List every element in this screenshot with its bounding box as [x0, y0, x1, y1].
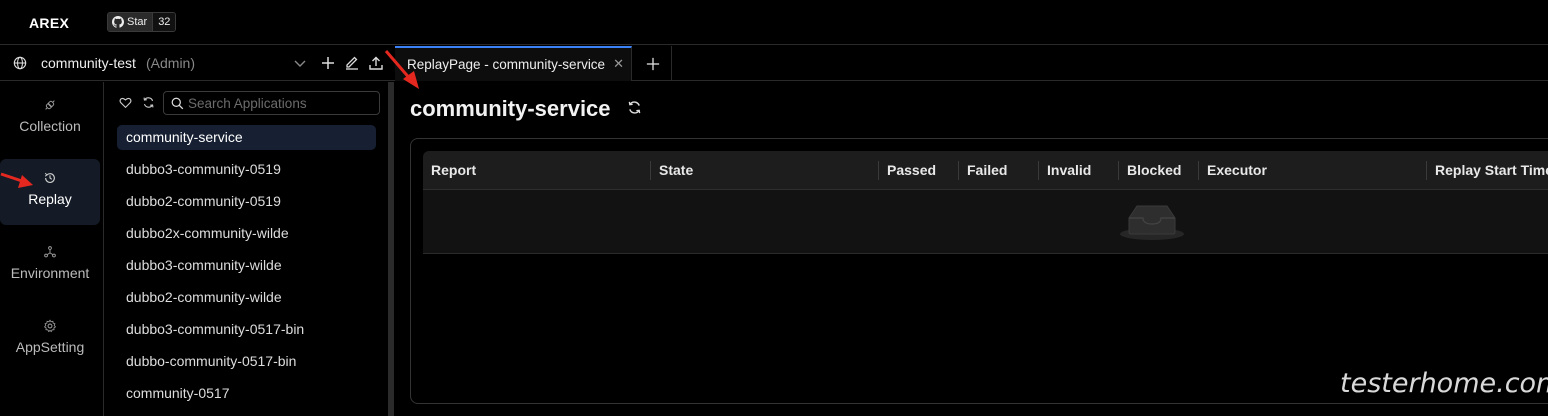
edit-icon[interactable] — [344, 55, 360, 71]
tab-bar: ReplayPage - community-service ✕ — [394, 46, 1548, 81]
github-star-count[interactable]: 32 — [152, 13, 176, 31]
nav-item-environment[interactable]: Environment — [0, 233, 100, 299]
search-input[interactable] — [188, 95, 368, 111]
brand-logo[interactable]: AREX — [29, 15, 69, 31]
tab-label: ReplayPage - community-service — [407, 57, 606, 72]
top-bar: AREX Star 32 — [0, 0, 1548, 45]
plus-icon — [646, 57, 659, 70]
empty-inbox-icon — [1120, 205, 1184, 240]
annotation-arrow — [0, 172, 33, 188]
close-icon[interactable]: ✕ — [613, 56, 624, 72]
workspace-header: community-test (Admin) — [0, 46, 394, 81]
app-list-item[interactable]: dubbo2x-community-wilde — [117, 221, 376, 246]
nav-item-appsetting[interactable]: AppSetting — [0, 307, 100, 373]
heart-icon[interactable] — [119, 96, 132, 109]
gear-icon — [43, 319, 57, 333]
chevron-down-icon[interactable] — [292, 55, 308, 71]
app-list-item[interactable]: dubbo-community-0517-bin — [117, 349, 376, 374]
search-icon — [171, 97, 184, 110]
app-list-item[interactable]: community-0517 — [117, 381, 376, 406]
nav-item-collection[interactable]: Collection — [0, 86, 100, 152]
column-header-invalid[interactable]: Invalid — [1039, 151, 1091, 190]
nav-label-appsetting: AppSetting — [15, 339, 85, 355]
column-header-executor[interactable]: Executor — [1199, 151, 1267, 190]
github-icon — [112, 16, 124, 28]
app-list-item[interactable]: dubbo2-community-wilde — [117, 285, 376, 310]
refresh-icon[interactable] — [627, 100, 642, 115]
column-header-replay-start-time[interactable]: Replay Start Time — [1427, 151, 1548, 190]
column-header-state[interactable]: State — [651, 151, 693, 190]
workspace-role: (Admin) — [146, 55, 196, 71]
column-header-blocked[interactable]: Blocked — [1119, 151, 1181, 190]
add-icon[interactable] — [320, 55, 336, 71]
search-field[interactable] — [163, 91, 380, 115]
github-star-label: Star — [127, 16, 148, 28]
app-list-item[interactable]: dubbo3-community-0519 — [117, 157, 376, 182]
refresh-icon[interactable] — [142, 96, 155, 109]
application-toolbar — [105, 91, 388, 115]
column-header-passed[interactable]: Passed — [879, 151, 936, 190]
nav-label-replay: Replay — [28, 191, 72, 207]
side-nav: Collection Replay Environment AppSetting — [0, 82, 104, 416]
collection-icon — [45, 100, 55, 110]
upload-icon[interactable] — [368, 55, 384, 71]
add-tab-button[interactable] — [634, 46, 672, 81]
nav-label-environment: Environment — [10, 265, 90, 281]
table-body-empty — [423, 190, 1548, 254]
table-header: Report State Passed Failed Invalid Block… — [423, 151, 1548, 190]
github-star[interactable]: Star — [108, 13, 153, 31]
github-star-button[interactable]: Star 32 — [107, 12, 177, 32]
environment-icon — [44, 246, 56, 258]
globe-icon[interactable] — [13, 56, 27, 70]
app-list-item[interactable]: dubbo2-community-0519 — [117, 189, 376, 214]
watermark-text: testerhome.com — [1340, 368, 1548, 399]
workspace-name[interactable]: community-test — [41, 55, 136, 71]
annotation-arrow — [384, 50, 419, 89]
column-header-failed[interactable]: Failed — [959, 151, 1007, 190]
tab-replay-page[interactable]: ReplayPage - community-service ✕ — [395, 46, 632, 81]
app-list-item[interactable]: dubbo3-community-wilde — [117, 253, 376, 278]
app-list-item[interactable]: dubbo3-community-0517-bin — [117, 317, 376, 342]
column-header-report[interactable]: Report — [423, 151, 476, 190]
application-panel: community-service dubbo3-community-0519 … — [105, 82, 388, 416]
app-list-item[interactable]: community-service — [117, 125, 376, 150]
watermark: testerhome.com — [1340, 368, 1548, 399]
nav-label-collection: Collection — [19, 118, 81, 134]
page-title: community-service — [410, 96, 611, 121]
replay-icon — [44, 172, 55, 183]
